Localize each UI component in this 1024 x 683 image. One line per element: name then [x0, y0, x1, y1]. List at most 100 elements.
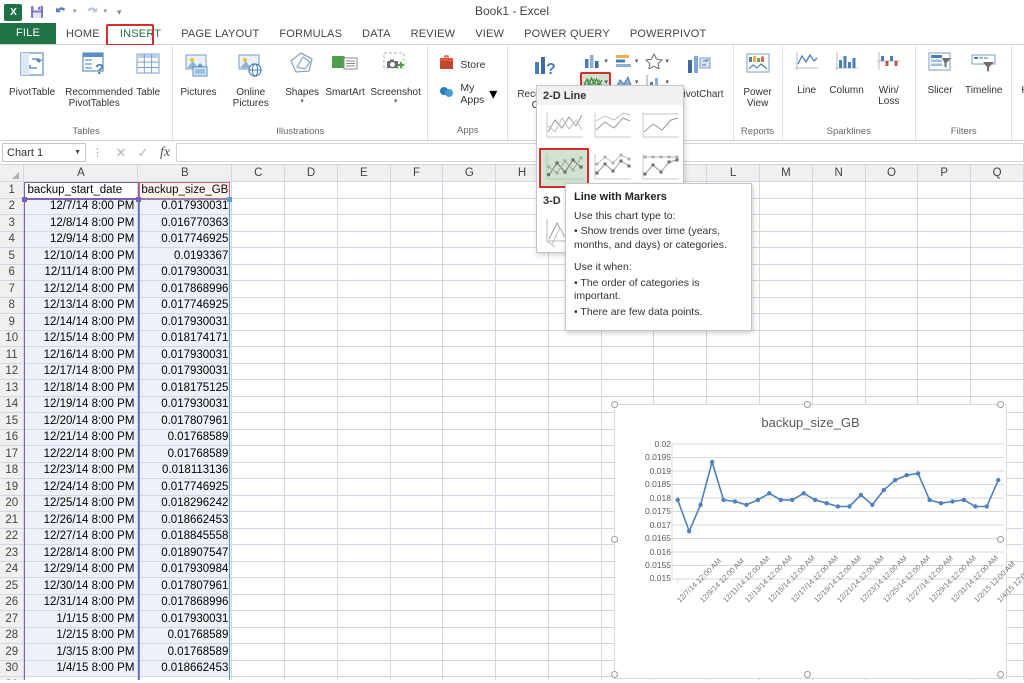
cell-A26[interactable]: 12/31/14 8:00 PM: [24, 594, 138, 611]
cell-H19[interactable]: [496, 479, 549, 496]
cell-A7[interactable]: 12/12/14 8:00 PM: [24, 281, 138, 298]
screenshot-dropdown-icon[interactable]: ▾: [394, 98, 398, 105]
cell-B20[interactable]: 0.018296242: [138, 495, 232, 512]
cell-C5[interactable]: [232, 248, 285, 265]
cell-E18[interactable]: [337, 462, 390, 479]
cell-I13[interactable]: [548, 380, 601, 397]
cell-Q8[interactable]: [971, 297, 1024, 314]
cell-E12[interactable]: [337, 363, 390, 380]
cell-A15[interactable]: 12/20/14 8:00 PM: [24, 413, 138, 430]
cell-E6[interactable]: [337, 264, 390, 281]
cell-H31[interactable]: [496, 677, 549, 681]
cell-D14[interactable]: [285, 396, 338, 413]
cell-G4[interactable]: [443, 231, 496, 248]
cell-C4[interactable]: [232, 231, 285, 248]
row-header-14[interactable]: 14: [0, 396, 24, 413]
cell-C25[interactable]: [232, 578, 285, 595]
cell-F31[interactable]: [390, 677, 443, 681]
cell-F26[interactable]: [390, 594, 443, 611]
tab-formulas[interactable]: FORMULAS: [269, 25, 352, 44]
cell-E24[interactable]: [337, 561, 390, 578]
cell-A21[interactable]: 12/26/14 8:00 PM: [24, 512, 138, 529]
cell-D18[interactable]: [285, 462, 338, 479]
cell-E3[interactable]: [337, 215, 390, 232]
cell-C6[interactable]: [232, 264, 285, 281]
cell-B6[interactable]: 0.017930031: [138, 264, 232, 281]
cell-F28[interactable]: [390, 627, 443, 644]
cell-D29[interactable]: [285, 644, 338, 661]
cell-H21[interactable]: [496, 512, 549, 529]
cell-E10[interactable]: [337, 330, 390, 347]
cell-C17[interactable]: [232, 446, 285, 463]
tab-home[interactable]: HOME: [56, 25, 110, 44]
cell-O4[interactable]: [865, 231, 918, 248]
row-header-19[interactable]: 19: [0, 479, 24, 496]
cell-F10[interactable]: [390, 330, 443, 347]
cell-Q4[interactable]: [971, 231, 1024, 248]
name-box[interactable]: Chart 1 ▼: [2, 143, 86, 162]
cell-D17[interactable]: [285, 446, 338, 463]
cell-G30[interactable]: [443, 660, 496, 677]
cell-C18[interactable]: [232, 462, 285, 479]
cell-G15[interactable]: [443, 413, 496, 430]
hierarchy-chart-dropdown-icon[interactable]: ▾: [635, 57, 639, 65]
cell-I18[interactable]: [548, 462, 601, 479]
cell-F27[interactable]: [390, 611, 443, 628]
cell-G25[interactable]: [443, 578, 496, 595]
name-box-dropdown-icon[interactable]: ▼: [74, 149, 81, 156]
cell-P7[interactable]: [918, 281, 971, 298]
cell-L11[interactable]: [707, 347, 760, 364]
chart-resize-handle-tr[interactable]: [997, 401, 1004, 408]
cell-E22[interactable]: [337, 528, 390, 545]
chart-resize-handle-bl[interactable]: [611, 671, 618, 678]
cell-N3[interactable]: [812, 215, 865, 232]
timeline-button[interactable]: Timeline: [960, 48, 1007, 98]
cell-A17[interactable]: 12/22/14 8:00 PM: [24, 446, 138, 463]
cell-B31[interactable]: [138, 677, 232, 681]
cell-B22[interactable]: 0.018845558: [138, 528, 232, 545]
cell-E11[interactable]: [337, 347, 390, 364]
col-header-N[interactable]: N: [812, 165, 865, 182]
cell-A12[interactable]: 12/17/14 8:00 PM: [24, 363, 138, 380]
cell-D23[interactable]: [285, 545, 338, 562]
cell-I25[interactable]: [548, 578, 601, 595]
cell-G23[interactable]: [443, 545, 496, 562]
cell-H14[interactable]: [496, 396, 549, 413]
cell-F4[interactable]: [390, 231, 443, 248]
cell-H18[interactable]: [496, 462, 549, 479]
row-header-18[interactable]: 18: [0, 462, 24, 479]
cell-N4[interactable]: [812, 231, 865, 248]
cell-C20[interactable]: [232, 495, 285, 512]
cell-B25[interactable]: 0.017807961: [138, 578, 232, 595]
chart-resize-handle-tc[interactable]: [804, 401, 811, 408]
cell-C3[interactable]: [232, 215, 285, 232]
cell-A31[interactable]: [24, 677, 138, 681]
cell-D30[interactable]: [285, 660, 338, 677]
cell-A28[interactable]: 1/2/15 8:00 PM: [24, 627, 138, 644]
cell-B13[interactable]: 0.018175125: [138, 380, 232, 397]
cell-E17[interactable]: [337, 446, 390, 463]
cell-C19[interactable]: [232, 479, 285, 496]
cell-B4[interactable]: 0.017746925: [138, 231, 232, 248]
cell-G29[interactable]: [443, 644, 496, 661]
cell-H6[interactable]: [496, 264, 549, 281]
cell-H7[interactable]: [496, 281, 549, 298]
cell-I30[interactable]: [548, 660, 601, 677]
cell-B9[interactable]: 0.017930031: [138, 314, 232, 331]
cell-J11[interactable]: [601, 347, 654, 364]
cell-A11[interactable]: 12/16/14 8:00 PM: [24, 347, 138, 364]
cell-H29[interactable]: [496, 644, 549, 661]
row-header-20[interactable]: 20: [0, 495, 24, 512]
cell-E21[interactable]: [337, 512, 390, 529]
cell-G10[interactable]: [443, 330, 496, 347]
slicer-button[interactable]: Slicer: [920, 48, 960, 98]
cell-C23[interactable]: [232, 545, 285, 562]
cell-M4[interactable]: [759, 231, 812, 248]
row-header-30[interactable]: 30: [0, 660, 24, 677]
cell-E13[interactable]: [337, 380, 390, 397]
row-header-22[interactable]: 22: [0, 528, 24, 545]
col-header-M[interactable]: M: [759, 165, 812, 182]
cell-M13[interactable]: [759, 380, 812, 397]
row-header-15[interactable]: 15: [0, 413, 24, 430]
cell-D27[interactable]: [285, 611, 338, 628]
